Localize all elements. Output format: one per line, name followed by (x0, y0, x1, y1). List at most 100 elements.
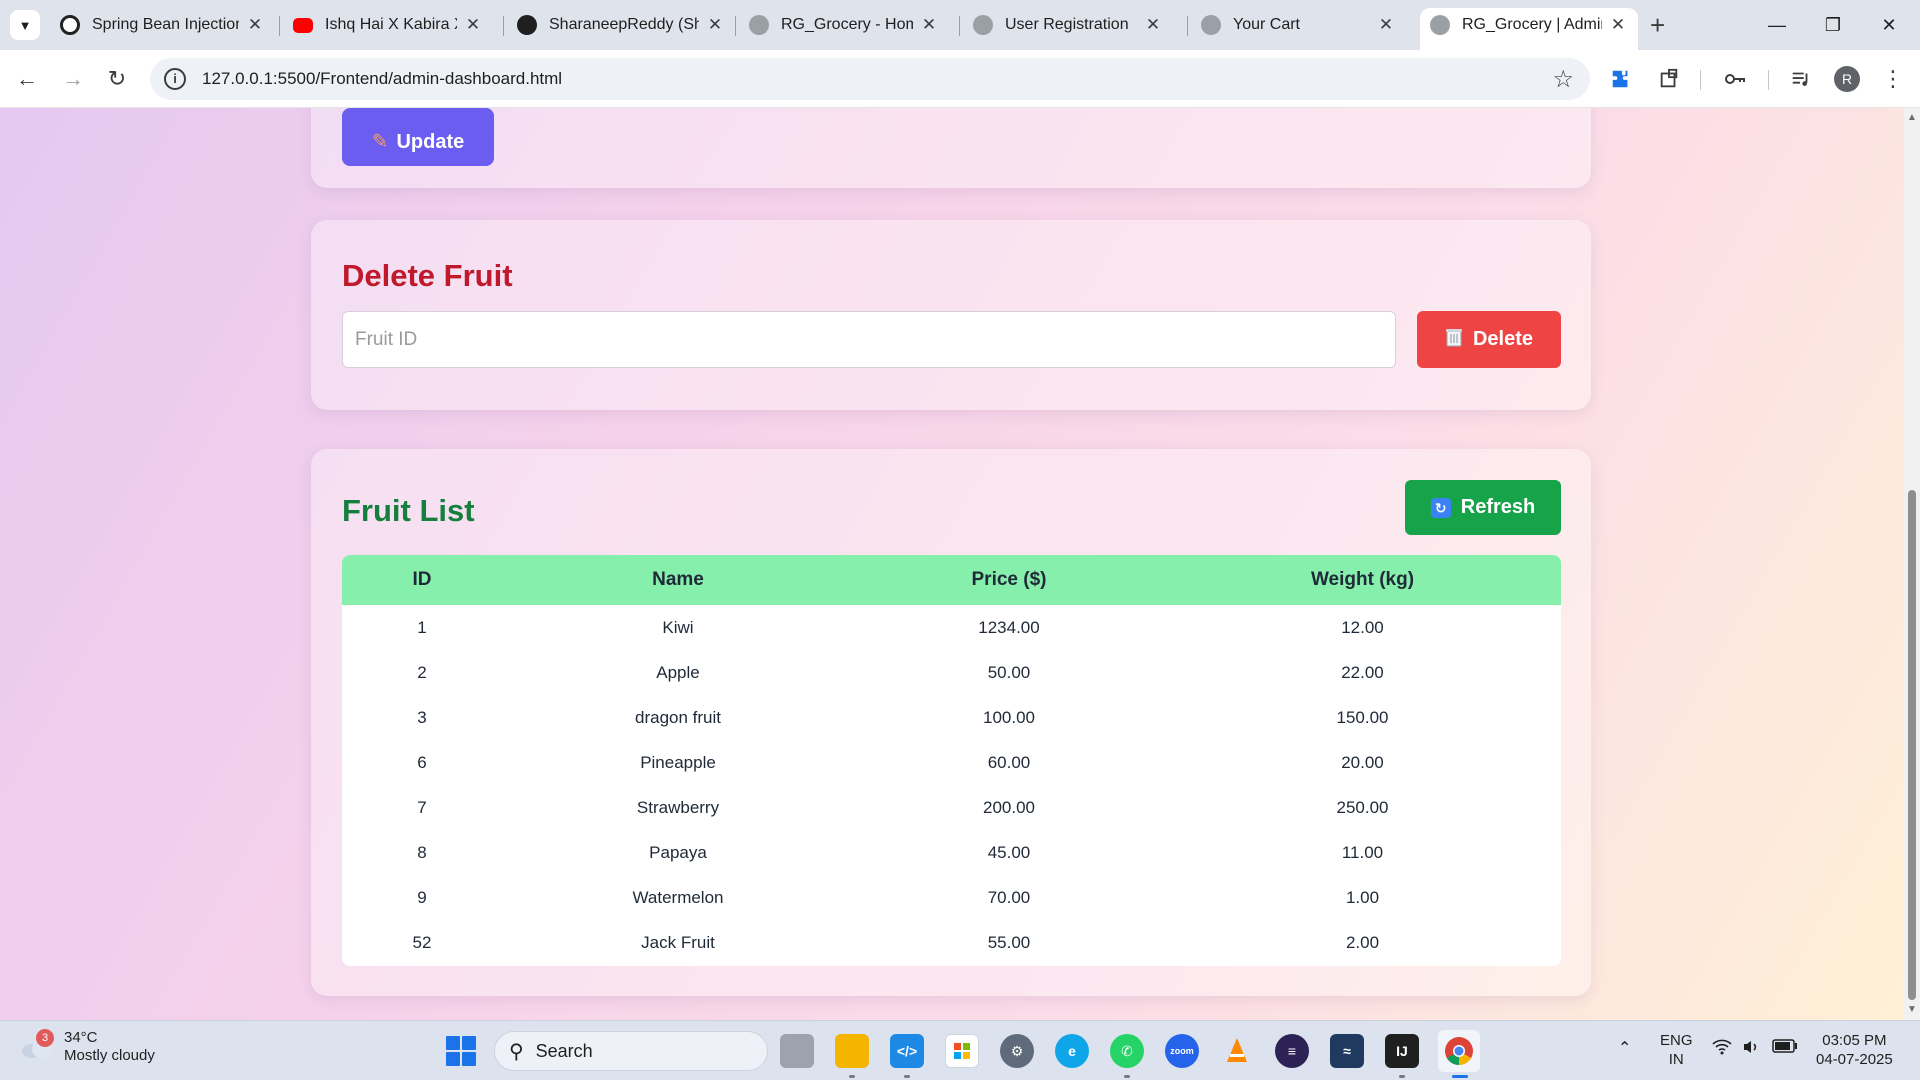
tab-your-cart[interactable]: Your Cart ✕ (1191, 8, 1406, 42)
bookmark-star-icon[interactable]: ☆ (1552, 65, 1574, 94)
weather-widget[interactable]: 3 34°C Mostly cloudy (20, 1029, 155, 1065)
mysql-workbench-icon[interactable]: ≈ (1330, 1034, 1364, 1068)
restore-button[interactable]: ❐ (1818, 10, 1848, 40)
close-icon[interactable]: ✕ (1376, 15, 1396, 35)
tab-github[interactable]: SharaneepReddy (Sh ✕ (507, 8, 735, 42)
edge-browser-icon[interactable]: e (1055, 1034, 1089, 1068)
chrome-icon[interactable] (1438, 1030, 1480, 1072)
pencil-icon: ✎ (371, 131, 389, 153)
new-tab-button[interactable]: + (1650, 12, 1665, 38)
close-icon[interactable]: ✕ (705, 15, 725, 35)
site-info-icon[interactable]: i (164, 68, 186, 90)
cell-price: 50.00 (987, 662, 1031, 682)
close-icon[interactable]: ✕ (463, 15, 483, 35)
taskbar-search[interactable]: ⚲ Search (494, 1031, 768, 1071)
cell-price: 100.00 (983, 707, 1035, 727)
table-row: 9 Watermelon 70.00 1.00 (342, 875, 1561, 920)
password-key-icon[interactable] (1720, 64, 1750, 94)
scroll-up-arrow-icon[interactable]: ▲ (1907, 112, 1917, 123)
table-row: 3 dragon fruit 100.00 150.00 (342, 695, 1561, 740)
clock[interactable]: 03:05 PM 04-07-2025 (1816, 1031, 1893, 1069)
tab-title: Spring Bean Injection (92, 16, 239, 33)
scrollbar-thumb[interactable] (1908, 490, 1916, 1000)
intellij-icon[interactable]: IJ (1385, 1034, 1419, 1068)
column-header-price: Price ($) (854, 555, 1164, 605)
volume-icon[interactable] (1742, 1039, 1760, 1060)
language-indicator[interactable]: ENG IN (1660, 1031, 1693, 1069)
column-header-id: ID (342, 555, 502, 605)
cell-name: Apple (656, 662, 700, 682)
windows-start-icon[interactable] (446, 1036, 476, 1066)
cell-name: Papaya (649, 842, 707, 862)
wifi-icon[interactable] (1712, 1039, 1732, 1060)
cell-price: 60.00 (987, 752, 1031, 772)
vscode-icon[interactable]: </> (890, 1034, 924, 1068)
column-header-name: Name (502, 555, 854, 605)
delete-fruit-title: Delete Fruit (342, 258, 513, 293)
delete-button-label: Delete (1472, 328, 1534, 350)
reload-button[interactable]: ↻ (100, 62, 134, 96)
weather-temperature: 34°C (64, 1029, 98, 1046)
cell-name: Pineapple (640, 752, 716, 772)
url-text[interactable]: 127.0.0.1:5500/Frontend/admin-dashboard.… (202, 69, 562, 89)
browser-tab-strip: ▼ Spring Bean Injection ✕ Ishq Hai X Kab… (0, 0, 1920, 50)
zoom-icon[interactable]: zoom (1165, 1034, 1199, 1068)
media-controls-icon[interactable] (1786, 64, 1816, 94)
battery-icon[interactable] (1772, 1039, 1798, 1058)
delete-fruit-card: Delete Fruit Delete (311, 220, 1591, 410)
profile-avatar[interactable]: R (1834, 66, 1860, 92)
whatsapp-icon[interactable]: ✆ (1110, 1034, 1144, 1068)
window-close-button[interactable]: ✕ (1874, 10, 1904, 40)
cell-id: 7 (417, 797, 427, 817)
close-icon[interactable]: ✕ (1143, 15, 1163, 35)
cell-weight: 1.00 (1345, 887, 1380, 907)
cell-weight: 2.00 (1345, 932, 1380, 952)
cell-id: 9 (417, 887, 427, 907)
refresh-button[interactable]: ↻ Refresh (1405, 480, 1561, 535)
table-row: 52 Jack Fruit 55.00 2.00 (342, 920, 1561, 965)
extensions-icon[interactable] (1654, 64, 1684, 94)
tab-separator (503, 16, 504, 36)
task-view-icon[interactable] (780, 1034, 814, 1068)
running-indicator (904, 1075, 910, 1078)
tab-admin-dashboard[interactable]: RG_Grocery | Admin ✕ (1420, 8, 1638, 50)
update-button[interactable]: ✎ Update (342, 108, 494, 166)
tab-spring-bean[interactable]: Spring Bean Injection ✕ (50, 8, 275, 42)
vlc-icon[interactable] (1220, 1034, 1254, 1068)
fruit-id-input[interactable] (342, 311, 1396, 368)
page-scrollbar[interactable]: ▲ ▼ (1904, 108, 1920, 1020)
more-menu-icon[interactable]: ⋮ (1878, 64, 1908, 94)
cell-id: 8 (417, 842, 427, 862)
back-button[interactable]: ← (10, 62, 44, 96)
toolbar-separator (1700, 70, 1701, 90)
cell-id: 6 (417, 752, 427, 772)
extension-puzzle-icon[interactable] (1606, 64, 1636, 94)
toolbar-separator (1768, 70, 1769, 90)
tab-user-registration[interactable]: User Registration ✕ (963, 8, 1173, 42)
delete-button[interactable]: Delete (1417, 311, 1561, 368)
tab-youtube[interactable]: Ishq Hai X Kabira X V ✕ (283, 8, 493, 42)
update-fruit-card: ✎ Update (311, 108, 1591, 188)
scroll-down-arrow-icon[interactable]: ▼ (1907, 1004, 1917, 1015)
table-row: 8 Papaya 45.00 11.00 (342, 830, 1561, 875)
address-bar[interactable]: i 127.0.0.1:5500/Frontend/admin-dashboar… (150, 58, 1590, 100)
cell-weight: 250.00 (1336, 797, 1389, 817)
cell-id: 1 (417, 617, 427, 637)
eclipse-icon[interactable]: ≡ (1275, 1034, 1309, 1068)
weather-badge: 3 (36, 1029, 54, 1047)
close-icon[interactable]: ✕ (245, 15, 265, 35)
settings-gear-icon[interactable]: ⚙ (1000, 1034, 1034, 1068)
forward-button[interactable]: → (56, 62, 90, 96)
close-icon[interactable]: ✕ (919, 15, 939, 35)
tab-title: RG_Grocery - Home (781, 16, 913, 33)
tab-grocery-home[interactable]: RG_Grocery - Home ✕ (739, 8, 949, 42)
microsoft-store-icon[interactable] (945, 1034, 979, 1068)
cell-price: 45.00 (987, 842, 1031, 862)
close-icon[interactable]: ✕ (1608, 15, 1628, 35)
minimize-button[interactable]: — (1762, 10, 1792, 40)
tab-search-button[interactable]: ▼ (10, 10, 40, 40)
file-explorer-icon[interactable] (835, 1034, 869, 1068)
cell-id: 52 (412, 932, 432, 952)
show-hidden-icons-chevron-icon[interactable]: ⌃ (1618, 1039, 1631, 1058)
tab-title: User Registration (1005, 16, 1129, 33)
